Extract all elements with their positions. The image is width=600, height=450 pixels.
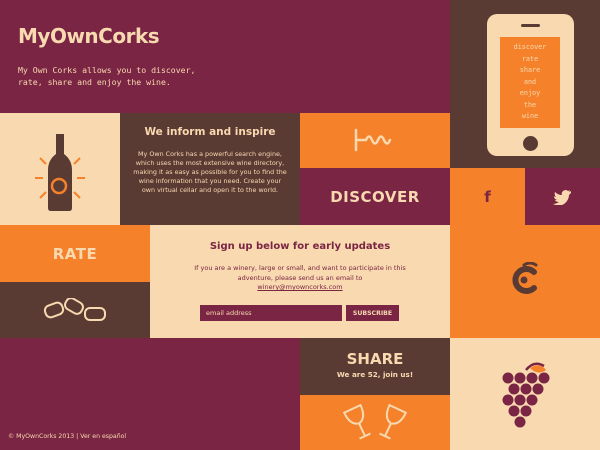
phone-line: share bbox=[519, 66, 541, 74]
grapes-icon bbox=[502, 362, 550, 428]
phone-line: enjoy bbox=[519, 89, 541, 97]
subscribe-button[interactable]: SUBSCRIBE bbox=[346, 305, 399, 321]
language-link[interactable]: Ver en español bbox=[80, 433, 126, 440]
signup-title: Sign up below for early updates bbox=[209, 241, 391, 252]
phone-line: discover bbox=[513, 43, 547, 51]
twitter-icon[interactable] bbox=[552, 189, 572, 205]
inform-body: My Own Corks has a powerful search engin… bbox=[133, 150, 287, 194]
wine-glasses-icon bbox=[342, 403, 408, 440]
signup-body: If you are a winery, large or small, and… bbox=[185, 264, 415, 293]
footer: © MyOwnCorks 2013 | Ver en español bbox=[8, 433, 126, 440]
signup-email-link[interactable]: winery@myowncorks.com bbox=[257, 283, 342, 291]
rate-label[interactable]: RATE bbox=[0, 225, 150, 282]
phone-home-button bbox=[523, 136, 538, 151]
phone-line: the bbox=[523, 100, 537, 109]
wine-bottle-icon bbox=[35, 134, 85, 211]
corkscrew-icon bbox=[354, 128, 392, 152]
discover-label[interactable]: DISCOVER bbox=[300, 168, 450, 225]
share-subtitle: We are 52, join us! bbox=[336, 370, 414, 379]
signup-body-text: If you are a winery, large or small, and… bbox=[194, 264, 406, 282]
phone-screen-text: discover rate share and enjoy the wine bbox=[500, 42, 560, 123]
facebook-icon[interactable]: f bbox=[450, 168, 525, 225]
email-input[interactable] bbox=[200, 305, 342, 321]
inform-title: We inform and inspire bbox=[144, 126, 276, 138]
footer-copyright: © MyOwnCorks 2013 | bbox=[8, 433, 81, 440]
phone-line: rate bbox=[521, 54, 539, 63]
phone-line: wine bbox=[521, 112, 539, 120]
logo[interactable]: MyOwnCorks bbox=[18, 24, 160, 48]
phone-speaker bbox=[521, 24, 540, 27]
hero-panel bbox=[0, 0, 450, 113]
tagline: My Own Corks allows you to discover, rat… bbox=[18, 65, 196, 87]
corks-icon bbox=[43, 298, 106, 321]
phone-line: and bbox=[523, 77, 537, 86]
share-label[interactable]: SHARE bbox=[300, 350, 450, 368]
c-logo-icon bbox=[512, 262, 538, 294]
